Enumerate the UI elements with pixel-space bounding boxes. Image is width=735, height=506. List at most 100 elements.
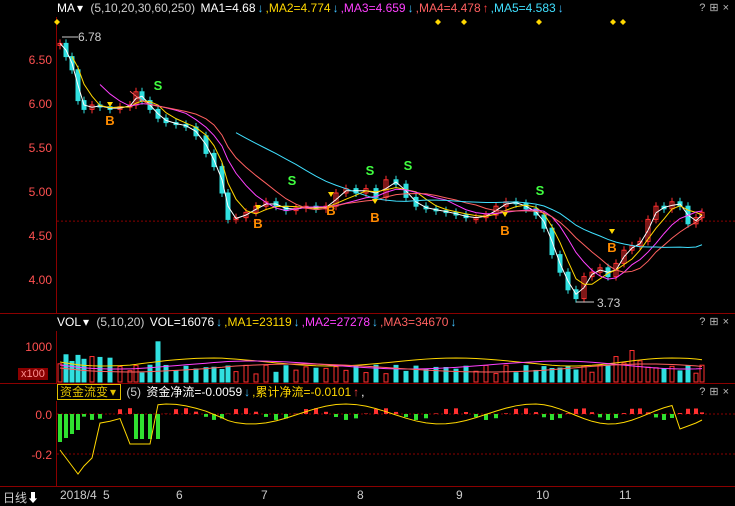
volume-bar: [550, 368, 554, 382]
flow-bar: [686, 409, 690, 414]
buy-arrow-icon: [328, 192, 334, 197]
flow-bar: [324, 412, 328, 414]
volume-bar: [654, 368, 658, 382]
event-diamond-icon: [435, 19, 441, 25]
volume-bar: [598, 365, 602, 382]
flow-panel[interactable]: 资金流变▾ (5) 资金净流=-0.0059↓,累计净流=-0.0101↑, ?…: [0, 383, 735, 487]
volume-bar: [678, 371, 682, 382]
volume-chart[interactable]: [0, 314, 735, 384]
volume-bar: [504, 365, 508, 382]
flow-bar: [638, 408, 642, 414]
low-price-label: 3.73: [597, 296, 620, 310]
volume-bar: [108, 358, 112, 382]
flow-bar: [622, 413, 626, 414]
flow-bar: [156, 414, 160, 439]
volume-bar: [164, 365, 168, 382]
flow-bar: [58, 414, 62, 442]
flow-bar: [64, 414, 68, 438]
flow-bar: [598, 414, 602, 417]
volume-bar: [574, 370, 578, 382]
flow-bar: [444, 409, 448, 414]
buy-signal: B: [370, 210, 379, 225]
volume-bar: [424, 369, 428, 382]
flow-bar: [654, 414, 658, 417]
volume-bar: [344, 370, 348, 382]
flow-bar: [606, 414, 610, 420]
x-tick-label: 10: [536, 488, 549, 502]
ma5-line: [236, 133, 702, 248]
sell-signal: S: [536, 183, 545, 198]
period-button[interactable]: 日线⬇: [3, 489, 39, 506]
flow-bar: [434, 413, 438, 414]
buy-arrow-icon: [107, 102, 113, 107]
high-price-label: 6.78: [78, 30, 101, 44]
flow-bar: [404, 414, 408, 417]
flow-bar: [82, 414, 86, 417]
volume-bar: [254, 374, 258, 382]
volume-bar: [90, 357, 94, 382]
volume-bar: [524, 366, 528, 382]
volume-bar: [98, 357, 102, 382]
event-diamond-icon: [610, 19, 616, 25]
flow-bar: [274, 414, 278, 420]
buy-arrow-icon: [372, 199, 378, 204]
volume-bar: [614, 357, 618, 382]
volume-bar: [220, 369, 224, 382]
sell-signal: S: [366, 163, 375, 178]
volume-bar: [474, 371, 478, 382]
volume-panel[interactable]: VOL▾ (5,10,20) VOL=16076↓,MA1=23119↓,MA2…: [0, 313, 735, 384]
sell-signal: S: [404, 158, 413, 173]
flow-chart[interactable]: [0, 384, 735, 487]
flow-bar: [354, 414, 358, 418]
volume-bar: [226, 366, 230, 382]
price-panel[interactable]: MA▾ (5,10,20,30,60,250) MA1=4.68↓,MA2=4.…: [0, 0, 735, 313]
volume-bar: [304, 367, 308, 382]
flow-bar: [534, 412, 538, 414]
flow-bar: [414, 414, 418, 420]
price-chart[interactable]: BBBBBBSSSSS: [0, 0, 735, 313]
x-tick-label: 6: [176, 488, 183, 502]
flow-bar: [566, 413, 570, 414]
volume-bar: [364, 373, 368, 382]
flow-bar: [454, 408, 458, 414]
volume-bar: [184, 366, 188, 382]
event-diamond-icon: [536, 19, 542, 25]
flow-bar: [90, 414, 94, 420]
flow-bar: [344, 414, 348, 420]
volume-bar: [700, 365, 704, 382]
buy-signal: B: [253, 216, 262, 231]
x-tick-label: 7: [261, 488, 268, 502]
volume-bar: [622, 363, 626, 382]
volume-bar: [542, 367, 546, 382]
x-tick-label: 11: [619, 488, 631, 502]
sell-signal: S: [154, 78, 163, 93]
volume-bar: [264, 365, 268, 382]
volume-bar: [662, 369, 666, 382]
volume-bar: [582, 366, 586, 382]
x-tick-label: 5: [103, 488, 110, 502]
flow-bar: [558, 414, 562, 418]
flow-bar: [194, 412, 198, 414]
event-diamond-icon: [461, 19, 467, 25]
volume-bar: [354, 366, 358, 382]
flow-bar: [678, 413, 682, 414]
flow-bar: [582, 408, 586, 414]
volume-bar: [294, 370, 298, 382]
flow-bar: [504, 413, 508, 414]
volume-bar: [274, 372, 278, 382]
flow-bar: [184, 408, 188, 414]
volume-bar: [284, 366, 288, 382]
flow-bar: [118, 409, 122, 414]
x-tick-label: 2018/4: [60, 488, 97, 502]
buy-arrow-icon: [609, 229, 615, 234]
event-diamond-icon: [54, 19, 60, 25]
flow-bar: [494, 414, 498, 418]
flow-bar: [670, 414, 674, 418]
volume-bar: [404, 371, 408, 382]
flow-bar: [514, 409, 518, 414]
volume-bar: [694, 373, 698, 382]
flow-bar: [140, 414, 144, 439]
buy-signal: B: [105, 113, 114, 128]
flow-bar: [70, 414, 74, 434]
cumulative-flow-line: [60, 404, 702, 474]
